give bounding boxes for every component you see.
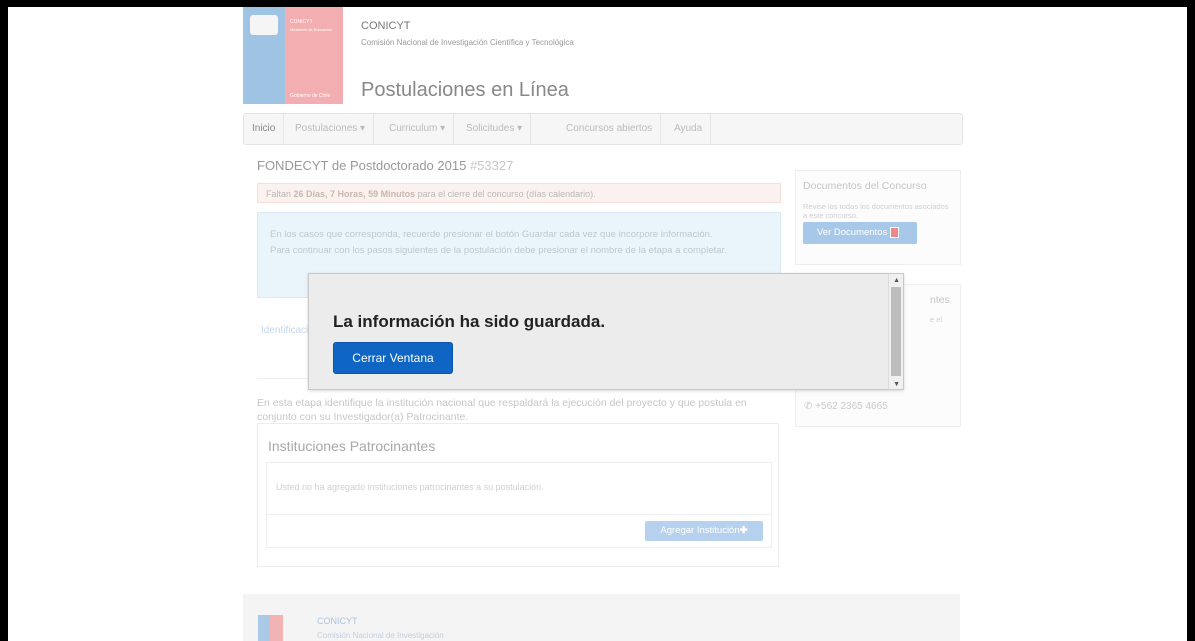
- contact-text: e el: [930, 315, 943, 324]
- footer-org-subtitle: Comisión Nacional de Investigación: [317, 631, 444, 640]
- footer-org-name: CONICYT: [317, 616, 358, 626]
- stage-description: En esta etapa identifique la institución…: [257, 397, 747, 423]
- view-documents-label: Ver Documentos: [817, 227, 888, 238]
- documents-title: Documentos del Concurso: [803, 180, 927, 192]
- logo-bottom-text: Gobierno de Chile: [290, 93, 331, 99]
- empty-institutions-message: Usted no ha agregado instituciones patro…: [276, 482, 544, 492]
- project-title: FONDECYT de Postdoctorado 2015 #53327: [257, 158, 513, 173]
- plus-icon: ✚: [739, 525, 748, 536]
- nav-item-postulaciones[interactable]: Postulaciones ▾: [287, 114, 375, 144]
- add-institution-button[interactable]: Agregar Institución✚: [645, 521, 763, 541]
- saved-message: La información ha sido guardada.: [333, 312, 606, 331]
- info-line-2: Para continuar con los pasos siguientes …: [270, 245, 727, 256]
- view-documents-button[interactable]: Ver Documentos: [803, 222, 917, 244]
- documents-text: Revise los todos los documentos asociado…: [803, 202, 949, 220]
- logo-top-text: CONICYT: [290, 19, 313, 25]
- close-window-button[interactable]: Cerrar Ventana: [333, 342, 453, 374]
- phone-icon: ✆: [804, 401, 813, 412]
- project-title-text: FONDECYT de Postdoctorado 2015: [257, 158, 467, 173]
- nav-item-curriculum[interactable]: Curriculum ▾: [381, 114, 455, 144]
- nav-item-inicio[interactable]: Inicio: [244, 114, 285, 144]
- logo-sub-text: Ministerio de Educación: [290, 27, 333, 32]
- main-nav: Inicio Postulaciones ▾ Curriculum ▾ Soli…: [243, 113, 963, 145]
- project-number: #53327: [469, 158, 514, 173]
- phone-number: ✆ +562 2365 4665: [804, 401, 888, 412]
- nav-item-ayuda[interactable]: Ayuda: [666, 114, 712, 144]
- panel-divider: [267, 514, 771, 515]
- browser-page: CONICYT Ministerio de Educación Gobierno…: [8, 7, 1187, 641]
- chile-shield-icon: [250, 15, 278, 35]
- footer-logo-red: [270, 615, 283, 641]
- scroll-thumb[interactable]: [891, 287, 901, 376]
- deadline-alert: Faltan 26 Días, 7 Horas, 59 Minutos para…: [257, 183, 781, 203]
- deadline-prefix: Faltan: [266, 189, 292, 199]
- scroll-down-arrow-icon[interactable]: ▼: [893, 381, 900, 388]
- org-subtitle: Comisión Nacional de Investigación Cient…: [361, 38, 574, 47]
- institutions-panel-title: Instituciones Patrocinantes: [268, 438, 436, 454]
- org-name: CONICYT: [361, 20, 411, 32]
- deadline-value: 26 Días, 7 Horas, 59 Minutos: [293, 189, 416, 199]
- contact-title: ntes: [930, 294, 950, 306]
- nav-item-solicitudes[interactable]: Solicitudes ▾: [458, 114, 532, 144]
- saved-dialog: La información ha sido guardada. Cerrar …: [308, 273, 904, 390]
- phone-text: +562 2365 4665: [815, 401, 888, 412]
- dialog-scrollbar[interactable]: ▲ ▼: [888, 274, 903, 389]
- info-line-1: En los casos que corresponda, recuerde p…: [270, 229, 713, 240]
- footer-logo-blue: [258, 615, 270, 641]
- site-title: Postulaciones en Línea: [361, 79, 569, 101]
- deadline-suffix: para el cierre del concurso (días calend…: [417, 189, 596, 199]
- pdf-icon: [890, 226, 900, 238]
- scroll-up-arrow-icon[interactable]: ▲: [893, 277, 900, 284]
- nav-item-concursos[interactable]: Concursos abiertos: [558, 114, 662, 144]
- add-institution-label: Agregar Institución: [660, 525, 740, 536]
